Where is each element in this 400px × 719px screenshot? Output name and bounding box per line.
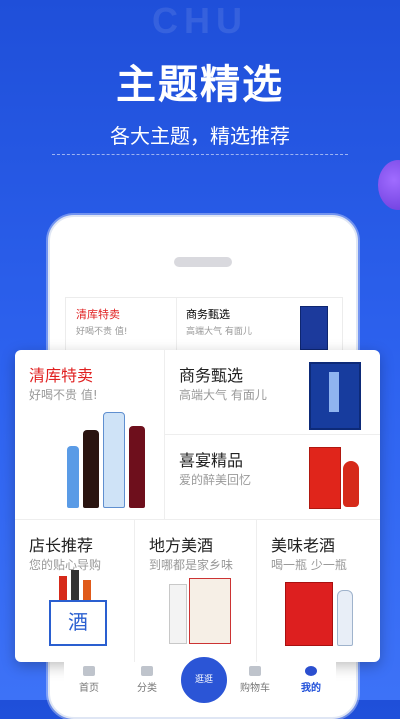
bottom-tab-bar: 首页 分类 逛逛 购物车 我的 [64,654,336,706]
tab-profile-label: 我的 [301,683,321,694]
category-local-subtitle: 到哪都是家乡味 [149,558,234,572]
preview-clearance-cell[interactable]: 清库特卖 好喝不贵 值! [66,298,177,358]
tab-profile[interactable]: 我的 [286,662,336,700]
bottle-image [71,570,79,600]
bottle-image [59,576,67,600]
clear-bottle-image [337,590,353,646]
category-manager-title: 店长推荐 [29,536,94,555]
category-clearance[interactable]: 清库特卖 好喝不贵 值! [15,350,165,520]
page-subheadline: 各大主题，精选推荐 [110,124,290,148]
theme-category-card: 清库特卖 好喝不贵 值! 商务甄选 高端大气 有面儿 喜宴精品 爱的醉美回忆 店… [15,350,380,662]
category-clearance-title: 清库特卖 [29,366,94,385]
preview-clearance-subtitle: 好喝不贵 值! [76,327,128,337]
dashed-divider [52,154,348,155]
user-icon [305,666,317,676]
background-watermark: CHU [152,0,248,41]
home-icon [83,666,95,676]
preview-clearance-title: 清库特卖 [76,308,120,321]
category-manager-pick[interactable]: 店长推荐 您的贴心导购 酒 [15,520,135,662]
tab-cart[interactable]: 购物车 [230,662,280,700]
tab-home-label: 首页 [79,683,99,694]
category-clearance-subtitle: 好喝不贵 值! [29,388,98,402]
category-banquet[interactable]: 喜宴精品 爱的醉美回忆 [165,435,380,520]
preview-business-subtitle: 高端大气 有面儿 [186,327,252,337]
wine-bottles-image [63,412,163,508]
center-browse-button[interactable]: 逛逛 [178,654,230,706]
red-bottle-image [343,461,359,507]
red-box-image [285,582,333,646]
category-banquet-subtitle: 爱的醉美回忆 [179,473,252,487]
box-character: 酒 [68,610,88,634]
cart-icon [249,666,261,676]
tab-cart-label: 购物车 [240,683,270,694]
white-bottle-image [169,584,187,644]
decorative-circle [378,160,400,210]
category-manager-subtitle: 您的贴心导购 [29,558,102,572]
gift-box-image: 酒 [49,600,107,646]
tab-category[interactable]: 分类 [122,662,172,700]
category-aged-subtitle: 喝一瓶 少一瓶 [271,558,347,572]
bottle-image [83,580,91,600]
category-local-title: 地方美酒 [149,536,214,555]
category-aged-title: 美味老酒 [271,536,336,555]
category-aged-wine[interactable]: 美味老酒 喝一瓶 少一瓶 [257,520,380,662]
tab-home[interactable]: 首页 [64,662,114,700]
preview-business-cell[interactable]: 商务甄选 高端大气 有面儿 [176,298,342,358]
category-business[interactable]: 商务甄选 高端大气 有面儿 [165,350,380,435]
red-gift-box-image [309,447,341,509]
calligraphy-box-image [189,578,231,644]
page-headline: 主题精选 [116,62,284,108]
blue-gift-box-image [309,362,361,430]
tab-category-label: 分类 [137,683,157,694]
category-banquet-title: 喜宴精品 [179,451,244,470]
phone-speaker [174,257,232,267]
category-local-wine[interactable]: 地方美酒 到哪都是家乡味 [135,520,257,662]
bottle-box-image [300,306,328,350]
grid-icon [141,666,153,676]
category-business-title: 商务甄选 [179,366,244,385]
preview-business-title: 商务甄选 [186,308,230,321]
category-business-subtitle: 高端大气 有面儿 [179,388,267,402]
